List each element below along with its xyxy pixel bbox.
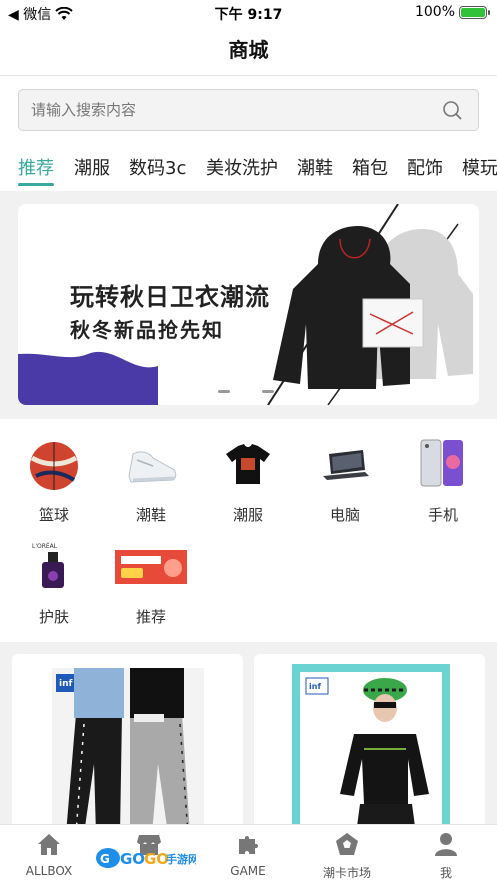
product-card[interactable]: inf xyxy=(254,654,485,834)
category-label: 推荐 xyxy=(135,608,166,626)
category-clothing[interactable]: 潮服 xyxy=(208,436,288,525)
status-bar: ◀ 微信 下午 9:17 100% xyxy=(0,0,497,26)
bottom-tab-bar: ALLBOX GAME 潮卡市场 我 xyxy=(0,824,497,883)
tab-digital[interactable]: 数码3c xyxy=(129,154,186,180)
promo-banner[interactable]: 玩转秋日卫衣潮流 秋冬新品抢先知 xyxy=(18,204,479,405)
tab-label: 我 xyxy=(439,866,452,880)
active-tab-indicator xyxy=(18,183,54,186)
category-phone[interactable]: 手机 xyxy=(403,436,483,525)
banner-pager xyxy=(218,390,274,393)
basketball-icon xyxy=(30,442,78,490)
tab-beauty[interactable]: 美妆洗护 xyxy=(206,154,278,180)
tab-accessories[interactable]: 配饰 xyxy=(407,154,443,180)
tab-allbox[interactable]: ALLBOX xyxy=(4,831,94,878)
tab-label: GAME xyxy=(230,864,266,878)
tab-models[interactable]: 模玩 xyxy=(462,154,497,180)
category-label: 电脑 xyxy=(329,506,360,524)
tab-bags[interactable]: 箱包 xyxy=(352,154,388,180)
tab-recommend[interactable]: 推荐 xyxy=(18,154,54,180)
person-icon xyxy=(435,833,457,856)
gogo-watermark-logo: G GO GO 手游网 xyxy=(96,848,196,868)
tab-trendy-clothing[interactable]: 潮服 xyxy=(74,154,110,180)
category-label: 手机 xyxy=(427,506,458,524)
svg-text:GO: GO xyxy=(120,850,145,868)
pentagon-icon xyxy=(336,833,358,855)
puzzle-icon xyxy=(239,836,258,854)
page-title: 商城 xyxy=(0,28,497,76)
pager-dot[interactable] xyxy=(218,390,230,393)
search-input[interactable] xyxy=(19,90,419,130)
product-card[interactable]: inf xyxy=(12,654,243,834)
tab-card-market[interactable]: 潮卡市场 xyxy=(302,831,392,881)
svg-text:inf: inf xyxy=(309,682,321,691)
home-icon xyxy=(38,834,60,855)
product-image: inf xyxy=(52,668,204,834)
banner-headline: 玩转秋日卫衣潮流 xyxy=(70,283,270,311)
category-skincare[interactable]: L'ORÉAL 护肤 xyxy=(14,538,94,627)
category-basketball[interactable]: 篮球 xyxy=(14,436,94,525)
category-label: 潮服 xyxy=(232,506,263,524)
category-tabs: 推荐 潮服 数码3c 美妆洗护 潮鞋 箱包 配饰 模玩 xyxy=(0,146,497,192)
tab-label: ALLBOX xyxy=(25,864,73,878)
tab-sneakers[interactable]: 潮鞋 xyxy=(297,154,333,180)
banner-subline: 秋冬新品抢先知 xyxy=(70,318,224,342)
sneaker-icon xyxy=(128,451,177,483)
serum-bottle-icon: L'ORÉAL xyxy=(32,542,64,588)
phone-icon xyxy=(420,439,463,487)
tab-game[interactable]: GAME xyxy=(203,831,293,878)
svg-text:G: G xyxy=(100,852,110,866)
category-label: 潮鞋 xyxy=(135,506,166,524)
search-bar[interactable] xyxy=(18,89,479,131)
status-right: 100% xyxy=(414,4,490,20)
quick-categories: 篮球 潮鞋 潮服 电脑 手机 L'ORÉAL 护肤 推荐 xyxy=(0,420,497,642)
battery-percent: 100% xyxy=(414,4,455,20)
svg-text:手游网: 手游网 xyxy=(166,852,196,866)
category-label: 篮球 xyxy=(38,506,69,524)
svg-text:L'ORÉAL: L'ORÉAL xyxy=(32,542,58,550)
tshirt-icon xyxy=(226,444,270,484)
tab-me[interactable]: 我 xyxy=(401,831,491,881)
battery-icon xyxy=(459,5,490,19)
promo-card-icon xyxy=(115,550,187,584)
search-icon[interactable] xyxy=(442,100,462,120)
category-recommend[interactable]: 推荐 xyxy=(111,538,191,627)
laptop-icon xyxy=(323,450,369,480)
pager-dot[interactable] xyxy=(262,390,274,393)
category-label: 护肤 xyxy=(38,608,69,626)
category-sneakers[interactable]: 潮鞋 xyxy=(111,436,191,525)
tab-label: 潮卡市场 xyxy=(322,866,371,880)
category-computer[interactable]: 电脑 xyxy=(305,436,385,525)
svg-text:inf: inf xyxy=(59,679,72,689)
product-image: inf xyxy=(292,664,450,834)
